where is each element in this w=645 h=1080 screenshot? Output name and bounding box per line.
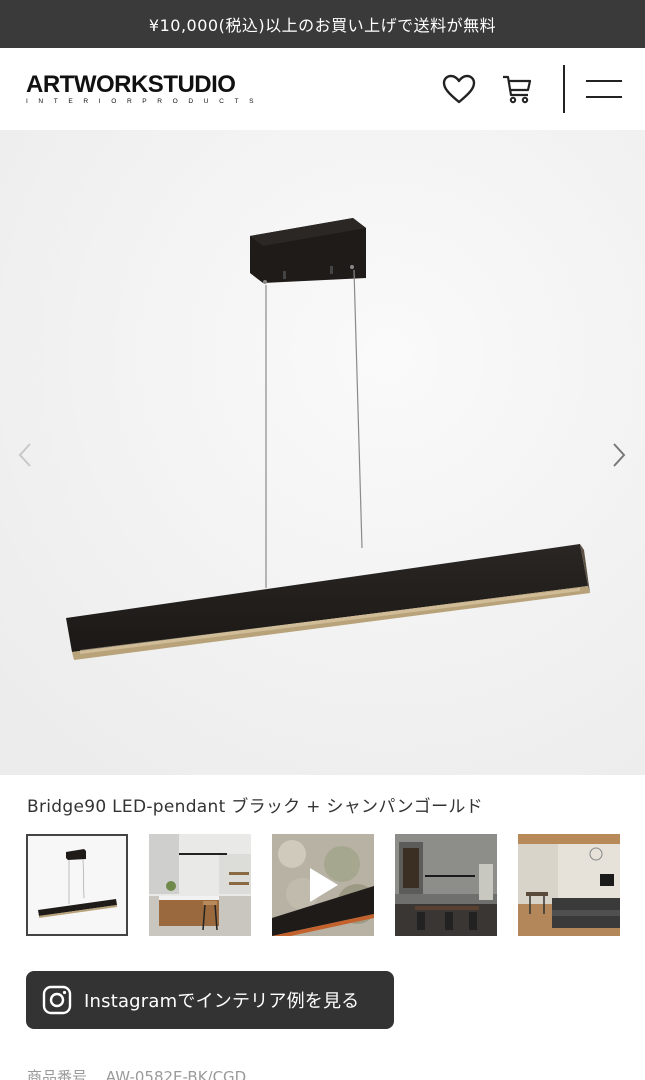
instagram-icon [42,985,72,1015]
play-icon [310,868,338,902]
sku-label: 商品番号 [27,1068,88,1080]
thumbnail-product[interactable] [26,834,128,936]
promo-text: ¥10,000(税込)以上のお買い上げで送料が無料 [148,16,497,35]
product-image-gallery[interactable] [0,130,645,775]
gallery-prev-button[interactable] [10,435,40,475]
thumbnail-image [28,836,126,934]
product-main-image [0,130,645,775]
site-header: ARTWORKSTUDIO INTERIORPRODUCTS [0,48,645,130]
header-divider [563,65,565,113]
sku-value: AW-0582E-BK/CGD [105,1068,247,1080]
gallery-next-button[interactable] [604,435,634,475]
instagram-button-label: Instagramでインテリア例を見る [84,991,360,1012]
logo-tagline: INTERIORPRODUCTS [26,98,265,105]
chevron-left-icon [18,443,31,467]
instagram-examples-button[interactable]: Instagramでインテリア例を見る [26,971,394,1029]
thumbnail-strip [26,834,620,938]
thumbnail-living[interactable] [518,834,620,936]
sku-row: 商品番号 AW-0582E-BK/CGD [27,1066,246,1080]
promo-bar: ¥10,000(税込)以上のお買い上げで送料が無料 [0,0,645,48]
site-logo[interactable]: ARTWORKSTUDIO INTERIORPRODUCTS [26,72,316,108]
menu-button[interactable] [584,73,624,105]
product-title: Bridge90 LED-pendant ブラック + シャンパンゴールド [27,797,483,817]
thumbnail-kitchen[interactable] [149,834,251,936]
thumbnail-image [149,834,251,936]
thumbnail-video[interactable] [272,834,374,936]
cart-icon [503,75,532,104]
hamburger-menu-icon [586,80,622,98]
favorite-button[interactable] [440,70,478,108]
thumbnail-image [395,834,497,936]
thumbnail-image [518,834,620,936]
thumbnail-dining[interactable] [395,834,497,936]
heart-icon [442,74,476,104]
cart-button[interactable] [498,70,536,108]
logo-wordmark: ARTWORKSTUDIO [26,71,236,98]
chevron-right-icon [613,443,626,467]
